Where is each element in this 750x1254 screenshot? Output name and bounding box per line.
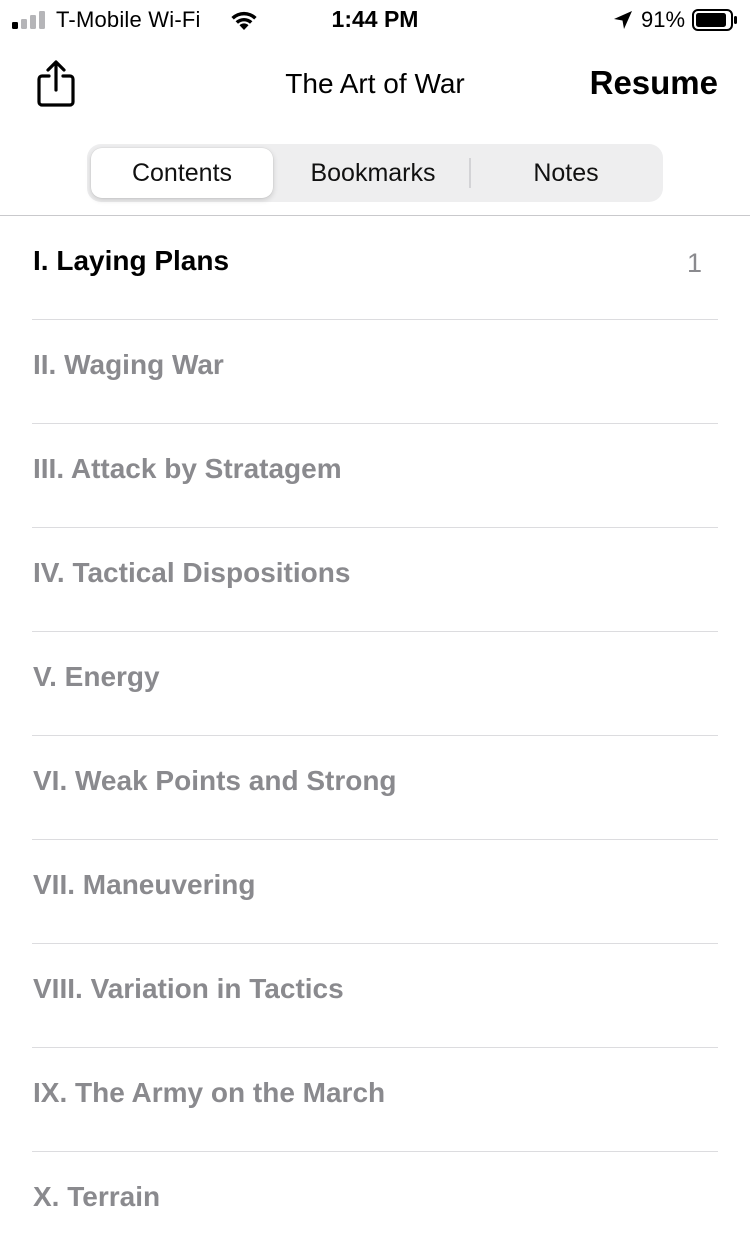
tab-contents[interactable]: Contents [91, 148, 273, 198]
toc-item-title: IV. Tactical Dispositions [33, 557, 351, 588]
tab-notes[interactable]: Notes [471, 148, 661, 198]
nav-bar: The Art of War Resume [0, 40, 750, 132]
segmented-control: Contents Bookmarks Notes [87, 144, 663, 202]
toc-item-title: I. Laying Plans [33, 245, 230, 276]
resume-button[interactable]: Resume [590, 64, 718, 102]
status-bar: T-Mobile Wi-Fi 1:44 PM 91% [0, 0, 750, 40]
toc-item-tactical-dispositions[interactable]: IV. Tactical Dispositions [0, 528, 750, 632]
toc-item-laying-plans[interactable]: I. Laying Plans 1 [0, 216, 750, 320]
toc-item-title: III. Attack by Stratagem [33, 453, 342, 484]
toc-item-title: V. Energy [33, 661, 160, 692]
battery-icon [692, 9, 737, 31]
toc-item-title: X. Terrain [33, 1181, 161, 1212]
toc-item-waging-war[interactable]: II. Waging War [0, 320, 750, 424]
location-arrow-icon [614, 11, 632, 29]
toc-item-terrain[interactable]: X. Terrain [0, 1152, 750, 1254]
toc-item-title: VIII. Variation in Tactics [33, 973, 344, 1004]
toc-item-page: 1 [686, 248, 702, 278]
toc-item-title: IX. The Army on the March [33, 1077, 386, 1108]
toc-item-army-on-the-march[interactable]: IX. The Army on the March [0, 1048, 750, 1152]
toc-item-variation-in-tactics[interactable]: VIII. Variation in Tactics [0, 944, 750, 1048]
toc-item-energy[interactable]: V. Energy [0, 632, 750, 736]
toc-item-title: VI. Weak Points and Strong [33, 765, 397, 796]
toc-item-title: II. Waging War [33, 349, 224, 380]
toc-item-weak-points-and-strong[interactable]: VI. Weak Points and Strong [0, 736, 750, 840]
toc-item-title: VII. Maneuvering [33, 869, 256, 900]
toc-item-attack-by-stratagem[interactable]: III. Attack by Stratagem [0, 424, 750, 528]
toc-item-maneuvering[interactable]: VII. Maneuvering [0, 840, 750, 944]
contents-list: I. Laying Plans 1 II. Waging War III. At… [0, 216, 750, 1254]
tab-bookmarks[interactable]: Bookmarks [277, 148, 469, 198]
status-time: 1:44 PM [331, 6, 419, 32]
battery-percent: 91% [641, 7, 686, 32]
